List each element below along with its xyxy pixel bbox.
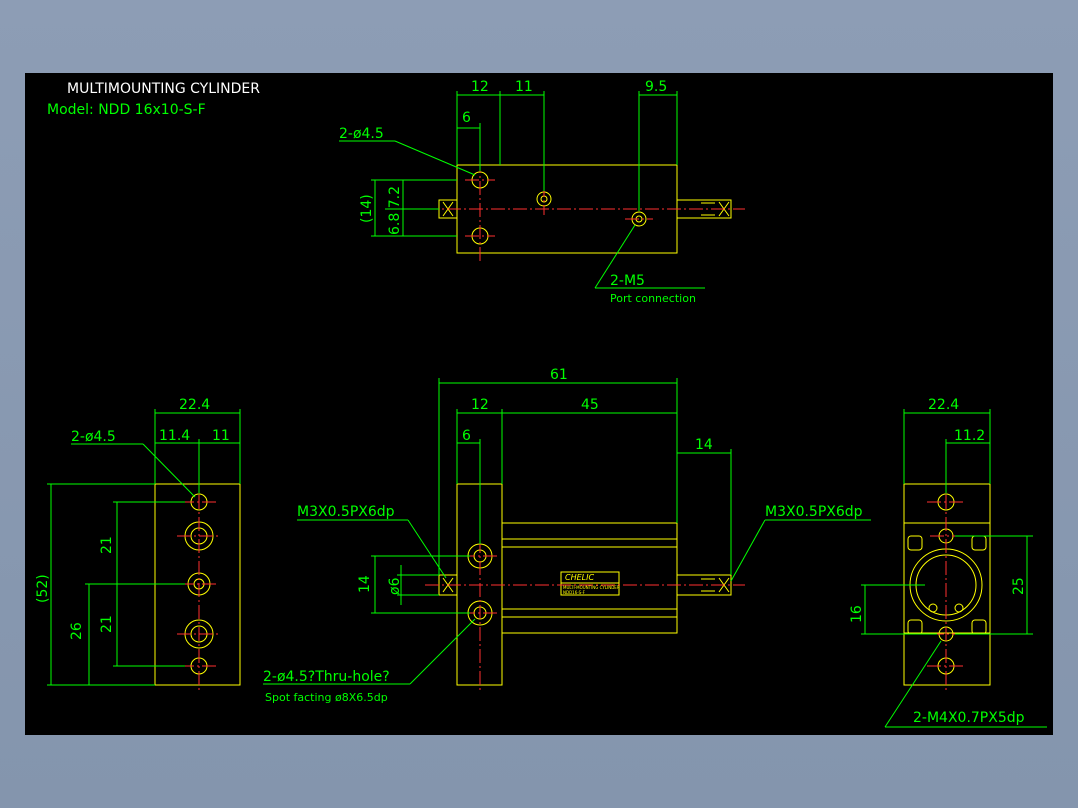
drawing-model: Model: NDD 16x10-S-F [47, 102, 206, 118]
left-hole-callout: 2-ø4.5 [71, 429, 116, 445]
top-dim-6-8-7-2: 6.8 7.2 [387, 186, 403, 235]
cad-drawing-canvas: MULTIMOUNTING CYLINDER Model: NDD 16x10-… [25, 73, 1053, 735]
top-dim-9-5: 9.5 [645, 79, 667, 95]
right-dim-22-4: 22.4 [928, 397, 959, 413]
top-dim-14p: (14) [359, 194, 375, 223]
cad-drawing: MULTIMOUNTING CYLINDER Model: NDD 16x10-… [35, 79, 1047, 728]
left-dim-11-4: 11.4 [159, 428, 190, 444]
front-dim-12: 12 [471, 397, 489, 413]
left-dim-52p: (52) [35, 574, 51, 603]
top-dim-11: 11 [515, 79, 533, 95]
front-dim-14r: 14 [695, 437, 713, 453]
label-line2: NDD16-S-F [563, 590, 586, 595]
left-dim-11: 11 [212, 428, 230, 444]
front-spot-facing: Spot facting ø8X6.5dp [265, 691, 388, 704]
top-port-note: Port connection [610, 292, 696, 305]
right-view: 22.4 11.2 25 16 2-M4X0.7PX5dp [849, 397, 1047, 728]
left-view: 22.4 11.4 11 2-ø4.5 (52) 26 21 21 [35, 397, 241, 693]
front-dim-6: 6 [462, 428, 471, 444]
left-dim-22-4: 22.4 [179, 397, 210, 413]
top-view: 12 11 9.5 6 (14) 6.8 7.2 2-ø4.5 2-M5 Por… [339, 79, 745, 305]
label-brand: CHELIC [565, 573, 594, 582]
front-dim-45: 45 [581, 397, 599, 413]
left-dim-21a: 21 [99, 536, 115, 554]
left-dim-21b: 21 [99, 615, 115, 633]
right-dim-11-2: 11.2 [954, 428, 985, 444]
front-view: CHELIC MULTI-MOUNTING CYLINDER NDD16-S-F… [263, 367, 871, 704]
front-thread-left: M3X0.5PX6dp [297, 504, 395, 520]
front-dim-o6: ø6 [387, 577, 403, 595]
front-thread-right: M3X0.5PX6dp [765, 504, 863, 520]
left-dim-26: 26 [69, 622, 85, 640]
top-dim-6: 6 [462, 110, 471, 126]
right-dim-16: 16 [849, 605, 865, 623]
front-hole-callout: 2-ø4.5?Thru-hole? [263, 669, 390, 685]
drawing-title: MULTIMOUNTING CYLINDER [67, 81, 260, 97]
right-dim-25: 25 [1011, 577, 1027, 595]
top-hole-callout: 2-ø4.5 [339, 126, 384, 142]
front-dim-14l: 14 [357, 575, 373, 593]
front-dim-61: 61 [550, 367, 568, 383]
top-dim-12: 12 [471, 79, 489, 95]
right-thread-callout: 2-M4X0.7PX5dp [913, 710, 1025, 726]
top-port-callout: 2-M5 [610, 273, 645, 289]
